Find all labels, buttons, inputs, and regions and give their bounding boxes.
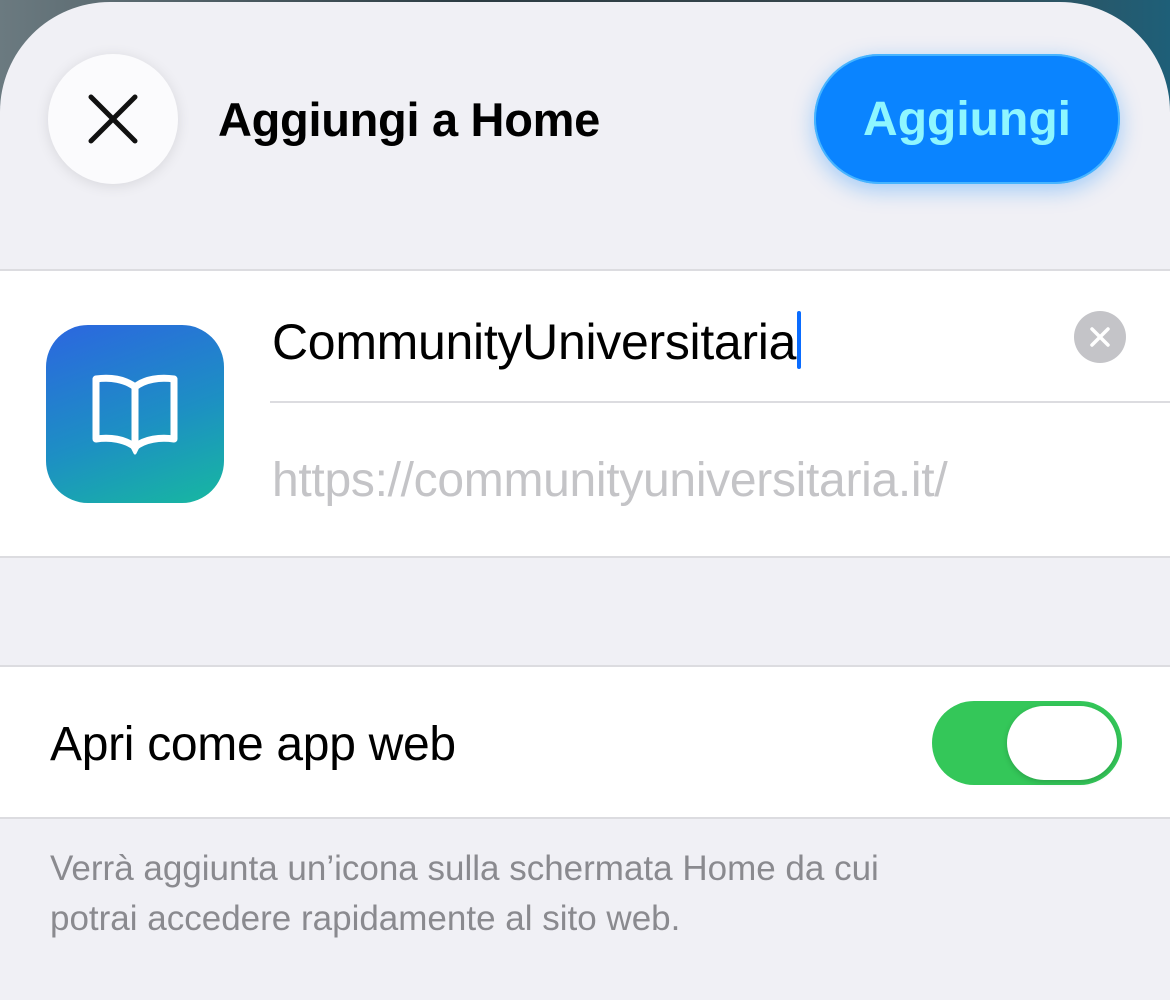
open-as-web-app-toggle[interactable] — [932, 701, 1122, 785]
clear-text-button[interactable] — [1074, 311, 1126, 363]
add-to-home-sheet: Aggiungi a Home Aggiungi CommunityUniver… — [0, 2, 1170, 1000]
app-url: https://communityuniversitaria.it/ — [272, 454, 948, 507]
footnote-description: Verrà aggiunta un’icona sulla schermata … — [50, 844, 1050, 944]
close-icon — [88, 94, 138, 144]
open-as-web-app-label: Apri come app web — [50, 718, 456, 771]
sheet-title: Aggiungi a Home — [218, 93, 600, 146]
app-name-field[interactable]: CommunityUniversitaria — [270, 271, 1170, 403]
clear-circle-icon — [1090, 327, 1110, 347]
toggle-knob — [1007, 706, 1117, 780]
footnote-line-1: Verrà aggiunta un’icona sulla schermata … — [50, 849, 879, 888]
text-cursor — [797, 311, 802, 369]
open-as-web-app-row: Apri come app web — [0, 665, 1170, 819]
close-button[interactable] — [48, 54, 178, 184]
app-name-input[interactable]: CommunityUniversitaria — [272, 311, 802, 371]
app-name-value: CommunityUniversitaria — [272, 314, 797, 370]
add-button[interactable]: Aggiungi — [814, 54, 1120, 184]
app-icon — [46, 325, 224, 503]
web-app-info-group: CommunityUniversitaria https://community… — [0, 269, 1170, 558]
book-open-icon — [92, 374, 178, 455]
footnote-line-2: potrai accedere rapidamente al sito web. — [50, 899, 681, 938]
